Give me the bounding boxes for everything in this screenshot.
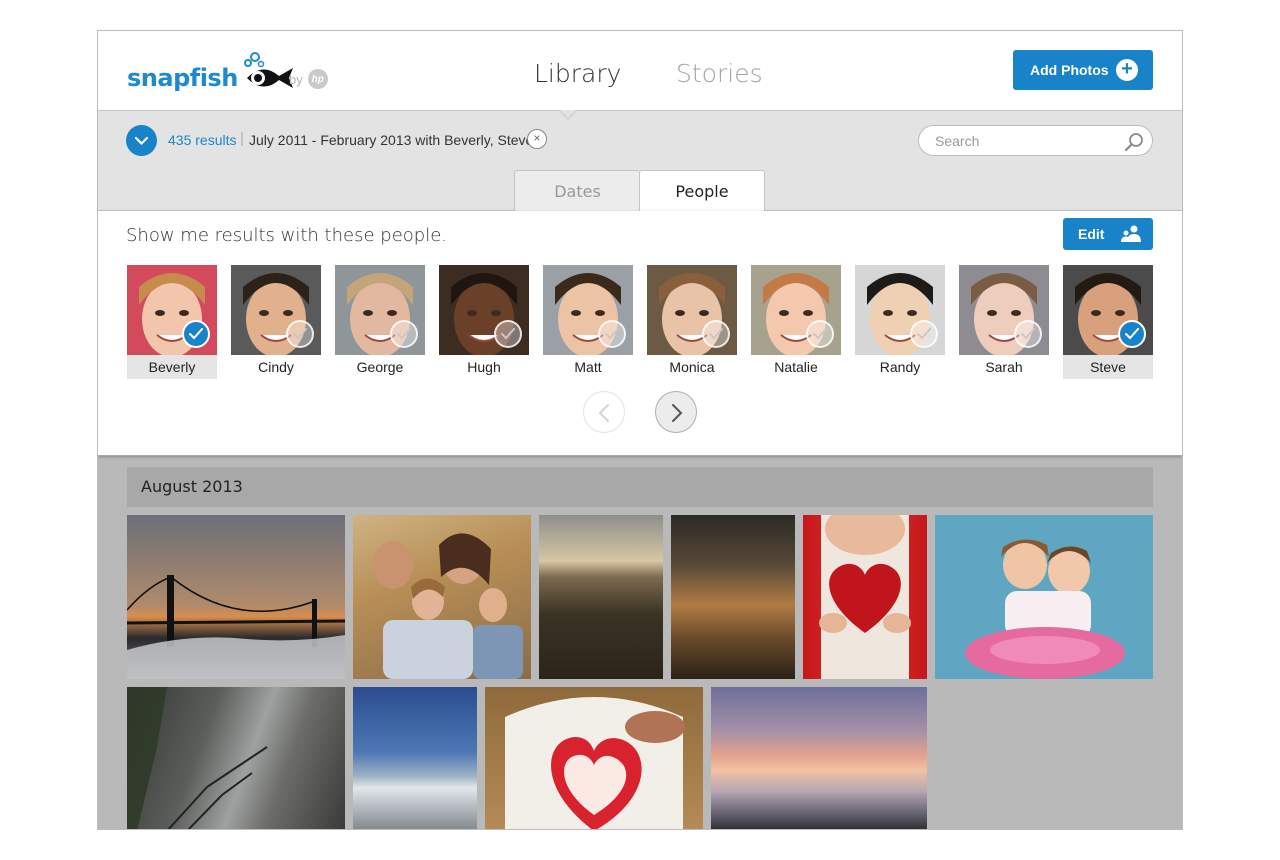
check-icon[interactable] xyxy=(1118,320,1146,348)
person-photo xyxy=(335,265,425,355)
bridge-graphic xyxy=(127,575,345,679)
person-photo xyxy=(439,265,529,355)
person-matt[interactable]: Matt xyxy=(543,265,633,379)
person-photo xyxy=(959,265,1049,355)
love-heart-graphic xyxy=(505,697,685,829)
person-photo xyxy=(647,265,737,355)
collapse-filter-button[interactable] xyxy=(126,125,157,156)
photo-thumbnail[interactable] xyxy=(127,515,345,679)
person-photo xyxy=(751,265,841,355)
person-photo xyxy=(231,265,321,355)
people-icon xyxy=(1121,225,1141,242)
search-icon[interactable] xyxy=(1124,132,1144,152)
check-icon[interactable] xyxy=(806,320,834,348)
person-name: Sarah xyxy=(985,359,1023,375)
check-icon[interactable] xyxy=(702,320,730,348)
person-name: Matt xyxy=(574,359,602,375)
chevron-down-icon xyxy=(134,136,149,146)
add-photos-label: Add Photos xyxy=(1030,62,1109,78)
person-george[interactable]: George xyxy=(335,265,425,379)
by-hp: by hp xyxy=(289,69,328,89)
next-page-button[interactable] xyxy=(655,391,697,433)
photo-thumbnail[interactable] xyxy=(353,515,531,679)
person-monica[interactable]: Monica xyxy=(647,265,737,379)
by-label: by xyxy=(289,71,303,87)
check-icon[interactable] xyxy=(494,320,522,348)
snapfish-logo[interactable]: snapfish xyxy=(127,50,295,92)
photo-thumbnail[interactable] xyxy=(539,515,663,679)
tab-people[interactable]: People xyxy=(639,170,765,212)
person-photo xyxy=(855,265,945,355)
check-icon[interactable] xyxy=(598,320,626,348)
chevron-left-icon xyxy=(598,404,609,422)
person-name: Cindy xyxy=(258,359,294,375)
photo-thumbnail[interactable] xyxy=(485,687,703,829)
edit-people-button[interactable]: Edit xyxy=(1063,218,1153,250)
person-beverly[interactable]: Beverly xyxy=(127,265,217,379)
check-icon[interactable] xyxy=(390,320,418,348)
photo-thumbnail[interactable] xyxy=(127,687,345,829)
chevron-right-icon xyxy=(672,404,683,422)
previous-page-button[interactable] xyxy=(583,391,625,433)
search-input[interactable] xyxy=(935,132,1115,150)
check-icon[interactable] xyxy=(1014,320,1042,348)
search-box xyxy=(918,125,1153,156)
person-name: Randy xyxy=(879,359,921,375)
person-sarah[interactable]: Sarah xyxy=(959,265,1049,379)
check-icon[interactable] xyxy=(182,320,210,348)
photo-thumbnail[interactable] xyxy=(803,515,927,679)
month-header: August 2013 xyxy=(127,467,1153,507)
add-photos-button[interactable]: Add Photos + xyxy=(1013,50,1153,90)
top-header: snapfish by hp Library Stories Add Photo… xyxy=(98,31,1182,111)
person-name: Natalie xyxy=(774,359,818,375)
edit-label: Edit xyxy=(1078,226,1105,242)
family-graphic xyxy=(373,533,523,679)
app-window: snapfish by hp Library Stories Add Photo… xyxy=(97,30,1183,830)
person-photo xyxy=(1063,265,1153,355)
tab-dates[interactable]: Dates xyxy=(514,170,640,211)
person-randy[interactable]: Randy xyxy=(855,265,945,379)
logo-wordmark: snapfish xyxy=(127,64,238,92)
photo-thumbnail[interactable] xyxy=(935,515,1153,679)
person-steve[interactable]: Steve xyxy=(1063,265,1153,379)
person-name: Beverly xyxy=(127,355,217,379)
plus-icon: + xyxy=(1116,59,1138,81)
filter-separator: | xyxy=(240,130,244,147)
heart-graphic xyxy=(819,515,911,679)
photo-thumbnail[interactable] xyxy=(353,687,477,829)
person-cindy[interactable]: Cindy xyxy=(231,265,321,379)
person-name: Steve xyxy=(1063,355,1153,379)
hp-logo-icon: hp xyxy=(307,69,328,89)
fish-logo-icon xyxy=(243,52,293,88)
person-natalie[interactable]: Natalie xyxy=(751,265,841,379)
check-icon[interactable] xyxy=(910,320,938,348)
person-name: Monica xyxy=(669,359,715,375)
filter-bar: 435 results | July 2011 - February 2013 … xyxy=(98,111,1182,212)
people-prompt: Show me results with these people. xyxy=(126,225,448,246)
person-name: George xyxy=(356,359,404,375)
person-photo xyxy=(543,265,633,355)
people-panel: Show me results with these people. Edit … xyxy=(98,211,1182,456)
person-hugh[interactable]: Hugh xyxy=(439,265,529,379)
stairs-graphic xyxy=(127,687,268,829)
check-icon[interactable] xyxy=(286,320,314,348)
photo-thumbnail[interactable] xyxy=(671,515,795,679)
nav-library[interactable]: Library xyxy=(534,59,621,88)
person-name: Hugh xyxy=(467,359,501,375)
active-filter-summary: July 2011 - February 2013 with Beverly, … xyxy=(249,132,534,148)
children-graphic xyxy=(965,539,1125,679)
photo-thumbnail[interactable] xyxy=(711,687,927,829)
results-count-link[interactable]: 435 results xyxy=(168,132,236,148)
person-photo xyxy=(127,265,217,355)
active-nav-pointer xyxy=(559,110,577,120)
nav-stories[interactable]: Stories xyxy=(676,59,763,88)
close-icon[interactable]: × xyxy=(527,129,547,149)
